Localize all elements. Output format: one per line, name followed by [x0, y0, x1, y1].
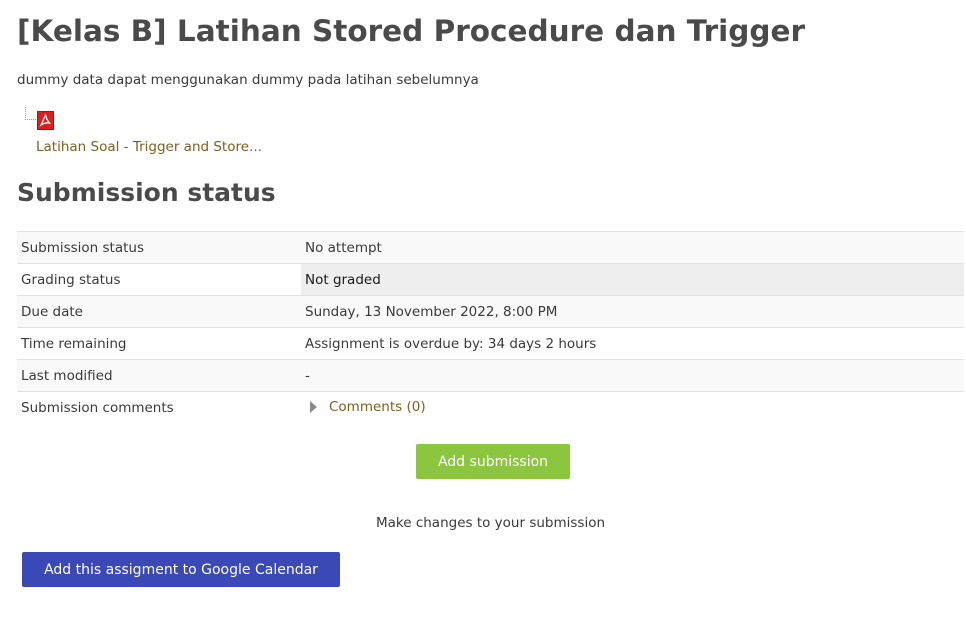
row-value: Not graded [301, 263, 964, 296]
page-title: [Kelas B] Latihan Stored Procedure dan T… [17, 14, 806, 48]
row-value: Assignment is overdue by: 34 days 2 hour… [301, 327, 964, 360]
table-row: Last modified - [17, 359, 964, 392]
table-row: Submission status No attempt [17, 231, 964, 264]
row-label: Time remaining [17, 327, 301, 360]
row-label: Grading status [17, 263, 301, 296]
row-value: Comments (0) [301, 391, 964, 424]
table-row: Time remaining Assignment is overdue by:… [17, 327, 964, 360]
row-value: - [301, 359, 964, 392]
row-label: Submission comments [17, 391, 301, 424]
row-value: No attempt [301, 231, 964, 264]
section-title: Submission status [17, 178, 276, 207]
comments-toggle[interactable]: Comments (0) [305, 399, 426, 415]
row-label: Due date [17, 295, 301, 328]
table-row: Grading status Not graded [17, 263, 964, 296]
google-calendar-button[interactable]: Add this assigment to Google Calendar [22, 552, 340, 587]
table-row: Due date Sunday, 13 November 2022, 8:00 … [17, 295, 964, 328]
row-label: Submission status [17, 231, 301, 264]
caret-right-icon[interactable] [310, 400, 317, 413]
comments-link[interactable]: Comments (0) [329, 399, 426, 415]
add-submission-button[interactable]: Add submission [416, 444, 570, 479]
row-value: Sunday, 13 November 2022, 8:00 PM [301, 295, 964, 328]
attachment-link[interactable]: Latihan Soal - Trigger and Store... [36, 139, 262, 155]
tree-connector [25, 107, 36, 120]
row-label: Last modified [17, 359, 301, 392]
table-row: Submission comments Comments (0) [17, 391, 964, 424]
pdf-icon[interactable] [37, 111, 54, 130]
submission-help-text: Make changes to your submission [375, 515, 606, 531]
submission-status-table: Submission status No attempt Grading sta… [17, 231, 964, 424]
assignment-intro: dummy data dapat menggunakan dummy pada … [17, 72, 479, 88]
